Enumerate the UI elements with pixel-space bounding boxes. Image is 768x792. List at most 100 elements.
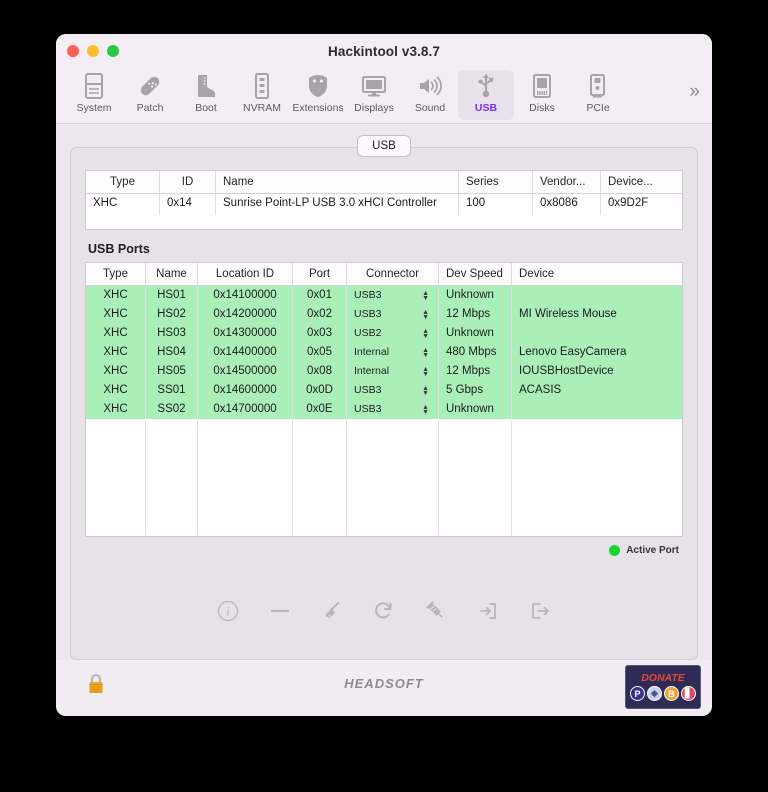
toolbar-overflow-icon[interactable]: » [689,82,700,102]
minus-icon[interactable] [267,598,293,624]
cell-name: SS01 [146,381,198,400]
toolbar-item-displays[interactable]: Displays [346,70,402,120]
column-header-series[interactable]: Series [459,171,533,193]
close-button[interactable] [67,45,79,57]
table-row[interactable]: XHC SS01 0x14600000 0x0D USB3 ▲ ▼ 5 Gbps … [86,381,682,400]
export-icon[interactable] [527,598,553,624]
broom-icon[interactable] [319,598,345,624]
cell-device: Lenovo EasyCamera [512,343,682,362]
toolbar-item-system[interactable]: System [66,70,122,120]
toolbar-item-label: Sound [414,102,446,114]
column-header-id[interactable]: ID [160,171,216,193]
ports-section-label: USB Ports [88,242,150,256]
cell-device: IOUSBHostDevice [512,362,682,381]
cell-device [512,400,682,419]
connector-select[interactable]: USB3 ▲ ▼ [347,400,439,419]
cell-name: Sunrise Point-LP USB 3.0 xHCI Controller [216,194,459,215]
syringe-icon[interactable] [423,598,449,624]
stepper-icon[interactable]: ▲ ▼ [422,366,429,378]
cell-name: SS02 [146,400,198,419]
connector-select[interactable]: Internal ▲ ▼ [347,362,439,381]
connector-value: USB3 [354,384,382,396]
connector-value: USB2 [354,327,382,339]
connector-select[interactable]: USB2 ▲ ▼ [347,324,439,343]
refresh-icon[interactable] [371,598,397,624]
import-icon[interactable] [475,598,501,624]
window-title: Hackintool v3.8.7 [328,44,440,59]
table-row[interactable]: XHC 0x14 Sunrise Point-LP USB 3.0 xHCI C… [86,194,682,215]
connector-select[interactable]: USB3 ▲ ▼ [347,305,439,324]
table-row[interactable]: XHC HS01 0x14100000 0x01 USB3 ▲ ▼ Unknown [86,286,682,305]
computer-icon [83,71,105,101]
bitcoin-icon[interactable]: B [664,686,679,701]
column-header-type[interactable]: Type [86,263,146,285]
info-icon[interactable]: i [215,598,241,624]
cell-port: 0x05 [293,343,347,362]
cell-type: XHC [86,324,146,343]
cell-type: XHC [86,362,146,381]
column-header-vendor[interactable]: Vendor... [533,171,601,193]
toolbar-item-sound[interactable]: Sound [402,70,458,120]
toolbar-item-label: Patch [136,102,164,114]
stepper-icon[interactable]: ▲ ▼ [422,347,429,359]
column-header-port[interactable]: Port [293,263,347,285]
toolbar-item-extensions[interactable]: Extensions [290,70,346,120]
minimize-button[interactable] [87,45,99,57]
connector-select[interactable]: USB3 ▲ ▼ [347,381,439,400]
stepper-icon[interactable]: ▲ ▼ [422,290,429,302]
connector-value: USB3 [354,308,382,320]
connector-value: USB3 [354,403,382,415]
toolbar-item-pcie[interactable]: PCIe [570,70,626,120]
action-toolbar: i [85,563,683,659]
table-row[interactable]: XHC HS05 0x14500000 0x08 Internal ▲ ▼ 12 … [86,362,682,381]
cell-port: 0x01 [293,286,347,305]
empty-cell [439,419,512,536]
toolbar-item-label: PCIe [586,102,610,114]
column-header-connector[interactable]: Connector [347,263,439,285]
connector-select[interactable]: Internal ▲ ▼ [347,343,439,362]
stepper-icon[interactable]: ▲ ▼ [422,385,429,397]
toolbar-item-usb[interactable]: USB [458,70,514,120]
cell-port: 0x03 [293,324,347,343]
toolbar-item-patch[interactable]: Patch [122,70,178,120]
cell-id: 0x14 [160,194,216,215]
table-row[interactable]: XHC SS02 0x14700000 0x0E USB3 ▲ ▼ Unknown [86,400,682,419]
toolbar-item-nvram[interactable]: NVRAM [234,70,290,120]
column-header-type[interactable]: Type [86,171,160,193]
toolbar-item-label: Disks [529,102,555,114]
column-header-device[interactable]: Device... [601,171,682,193]
stepper-icon[interactable]: ▲ ▼ [422,328,429,340]
active-port-dot-icon [609,544,621,556]
column-header-name[interactable]: Name [146,263,198,285]
table-row[interactable]: XHC HS02 0x14200000 0x02 USB3 ▲ ▼ 12 Mbps… [86,305,682,324]
cell-port: 0x0D [293,381,347,400]
paypal-icon[interactable]: P [630,686,645,701]
connector-select[interactable]: USB3 ▲ ▼ [347,286,439,305]
monitor-icon [361,71,387,101]
ethereum-icon[interactable]: ◆ [647,686,662,701]
empty-cell [146,419,198,536]
toolbar-item-boot[interactable]: Boot [178,70,234,120]
stepper-icon[interactable]: ▲ ▼ [422,309,429,321]
table-header-row: Type ID Name Series Vendor... Device... [86,171,682,194]
column-header-dev-speed[interactable]: Dev Speed [439,263,512,285]
column-header-name[interactable]: Name [216,171,459,193]
donate-button[interactable]: DONATE P ◆ B ▋ [625,665,701,709]
column-header-device[interactable]: Device [512,263,682,285]
tab-usb[interactable]: USB [357,135,411,157]
empty-cell [293,419,347,536]
title-bar: Hackintool v3.8.7 [56,34,712,70]
toolbar-item-disks[interactable]: Disks [514,70,570,120]
cell-port: 0x02 [293,305,347,324]
zoom-button[interactable] [107,45,119,57]
connector-value: Internal [354,365,390,377]
table-row[interactable]: XHC HS04 0x14400000 0x05 Internal ▲ ▼ 480… [86,343,682,362]
table-row[interactable]: XHC HS03 0x14300000 0x03 USB2 ▲ ▼ Unknown [86,324,682,343]
cell-dev-speed: 480 Mbps [439,343,512,362]
coin-icon[interactable]: ▋ [681,686,696,701]
cell-vendor: 0x8086 [533,194,601,215]
status-bar: HEADSOFT DONATE P ◆ B ▋ [56,660,712,716]
column-header-location-id[interactable]: Location ID [198,263,293,285]
table-empty-area [86,419,682,536]
stepper-icon[interactable]: ▲ ▼ [422,404,429,416]
